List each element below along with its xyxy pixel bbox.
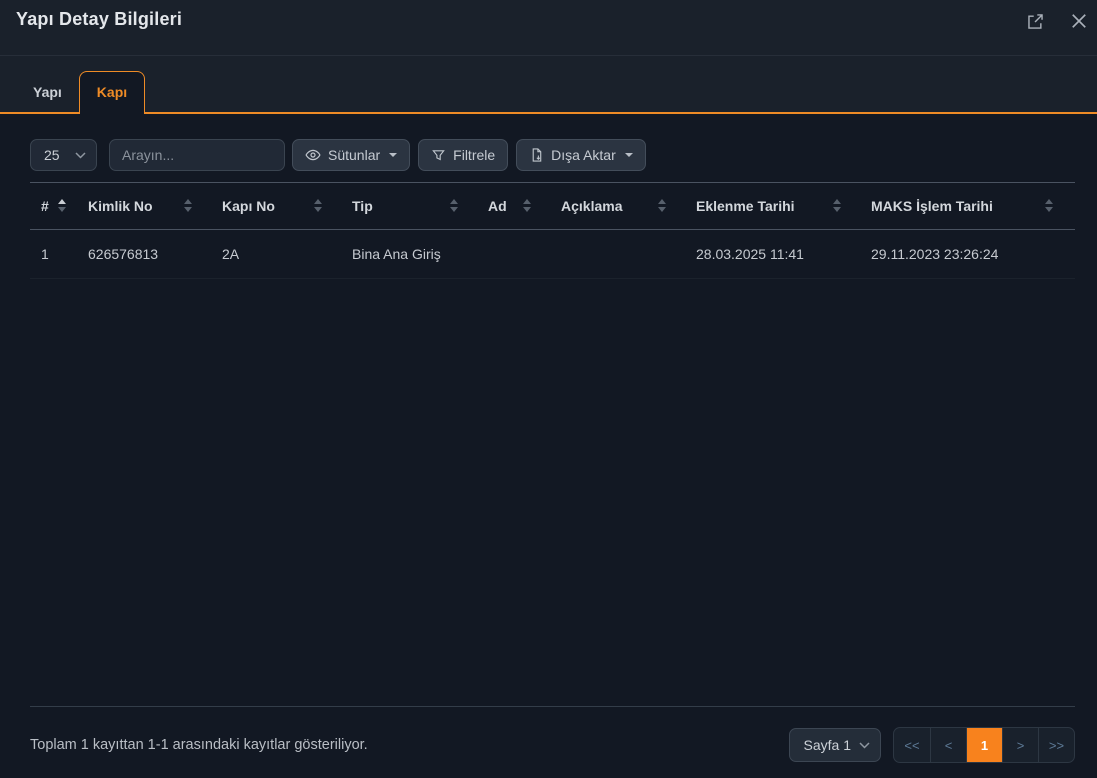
open-new-window-icon[interactable] bbox=[1026, 12, 1045, 31]
building-detail-dialog: Yapı Detay Bilgileri Yapı Kapı 25 bbox=[0, 0, 1097, 778]
data-table: # Kimlik No Kapı No Tip bbox=[30, 183, 1075, 279]
cell-maks-islem-tarihi: 29.11.2023 23:26:24 bbox=[863, 229, 1075, 278]
tab-kapi[interactable]: Kapı bbox=[79, 71, 145, 114]
page-1-button[interactable]: 1 bbox=[966, 728, 1002, 762]
file-export-icon bbox=[529, 147, 544, 163]
last-page-button[interactable]: >> bbox=[1038, 728, 1074, 762]
sort-icon bbox=[658, 199, 666, 212]
page-title: Yapı Detay Bilgileri bbox=[16, 9, 182, 30]
caret-down-icon bbox=[389, 153, 397, 157]
sort-icon bbox=[833, 199, 841, 212]
header-icons bbox=[1026, 11, 1089, 31]
page-size-value: 25 bbox=[44, 147, 60, 163]
tab-bar: Yapı Kapı bbox=[0, 56, 1097, 114]
column-header-aciklama[interactable]: Açıklama bbox=[553, 183, 688, 229]
tab-content: 25 Sütunlar bbox=[0, 114, 1097, 778]
column-header-ad[interactable]: Ad bbox=[480, 183, 553, 229]
tab-yapi[interactable]: Yapı bbox=[16, 72, 79, 114]
sort-icon bbox=[523, 199, 531, 212]
cell-index: 1 bbox=[30, 229, 80, 278]
chevron-down-icon bbox=[859, 742, 870, 749]
table-toolbar: 25 Sütunlar bbox=[30, 139, 1075, 171]
table-footer: Toplam 1 kayıttan 1-1 arasındaki kayıtla… bbox=[30, 727, 1075, 763]
pagination: Sayfa 1 << < 1 > >> bbox=[789, 727, 1075, 763]
chevron-down-icon bbox=[75, 152, 86, 159]
table-row[interactable]: 1 626576813 2A Bina Ana Giriş 28.03.2025… bbox=[30, 229, 1075, 278]
columns-button[interactable]: Sütunlar bbox=[292, 139, 410, 171]
caret-down-icon bbox=[625, 153, 633, 157]
column-header-maks-islem-tarihi[interactable]: MAKS İşlem Tarihi bbox=[863, 183, 1075, 229]
filter-button-label: Filtrele bbox=[453, 147, 495, 163]
sort-icon bbox=[58, 199, 66, 212]
sort-icon bbox=[1045, 199, 1053, 212]
header-row: # Kimlik No Kapı No Tip bbox=[30, 183, 1075, 229]
dialog-header: Yapı Detay Bilgileri bbox=[0, 0, 1097, 56]
cell-kapi-no: 2A bbox=[214, 229, 344, 278]
sort-icon bbox=[184, 199, 192, 212]
eye-icon bbox=[305, 147, 321, 163]
column-header-kimlik-no[interactable]: Kimlik No bbox=[80, 183, 214, 229]
page-select[interactable]: Sayfa 1 bbox=[789, 728, 881, 762]
cell-aciklama bbox=[553, 229, 688, 278]
page-size-select[interactable]: 25 bbox=[30, 139, 97, 171]
records-summary: Toplam 1 kayıttan 1-1 arasındaki kayıtla… bbox=[30, 737, 368, 753]
search-input[interactable] bbox=[109, 139, 285, 171]
close-icon[interactable] bbox=[1069, 11, 1089, 31]
column-header-kapi-no[interactable]: Kapı No bbox=[214, 183, 344, 229]
column-header-eklenme-tarihi[interactable]: Eklenme Tarihi bbox=[688, 183, 863, 229]
first-page-button[interactable]: << bbox=[894, 728, 930, 762]
sort-icon bbox=[450, 199, 458, 212]
data-table-container: # Kimlik No Kapı No Tip bbox=[30, 182, 1075, 707]
cell-eklenme-tarihi: 28.03.2025 11:41 bbox=[688, 229, 863, 278]
cell-kimlik-no: 626576813 bbox=[80, 229, 214, 278]
column-header-tip[interactable]: Tip bbox=[344, 183, 480, 229]
cell-tip: Bina Ana Giriş bbox=[344, 229, 480, 278]
export-button[interactable]: Dışa Aktar bbox=[516, 139, 646, 171]
page-select-value: Sayfa 1 bbox=[804, 737, 851, 753]
pagination-buttons: << < 1 > >> bbox=[893, 727, 1075, 763]
prev-page-button[interactable]: < bbox=[930, 728, 966, 762]
column-header-index[interactable]: # bbox=[30, 183, 80, 229]
columns-button-label: Sütunlar bbox=[328, 147, 380, 163]
filter-icon bbox=[431, 148, 446, 163]
filter-button[interactable]: Filtrele bbox=[418, 139, 508, 171]
cell-ad bbox=[480, 229, 553, 278]
next-page-button[interactable]: > bbox=[1002, 728, 1038, 762]
sort-icon bbox=[314, 199, 322, 212]
export-button-label: Dışa Aktar bbox=[551, 147, 616, 163]
